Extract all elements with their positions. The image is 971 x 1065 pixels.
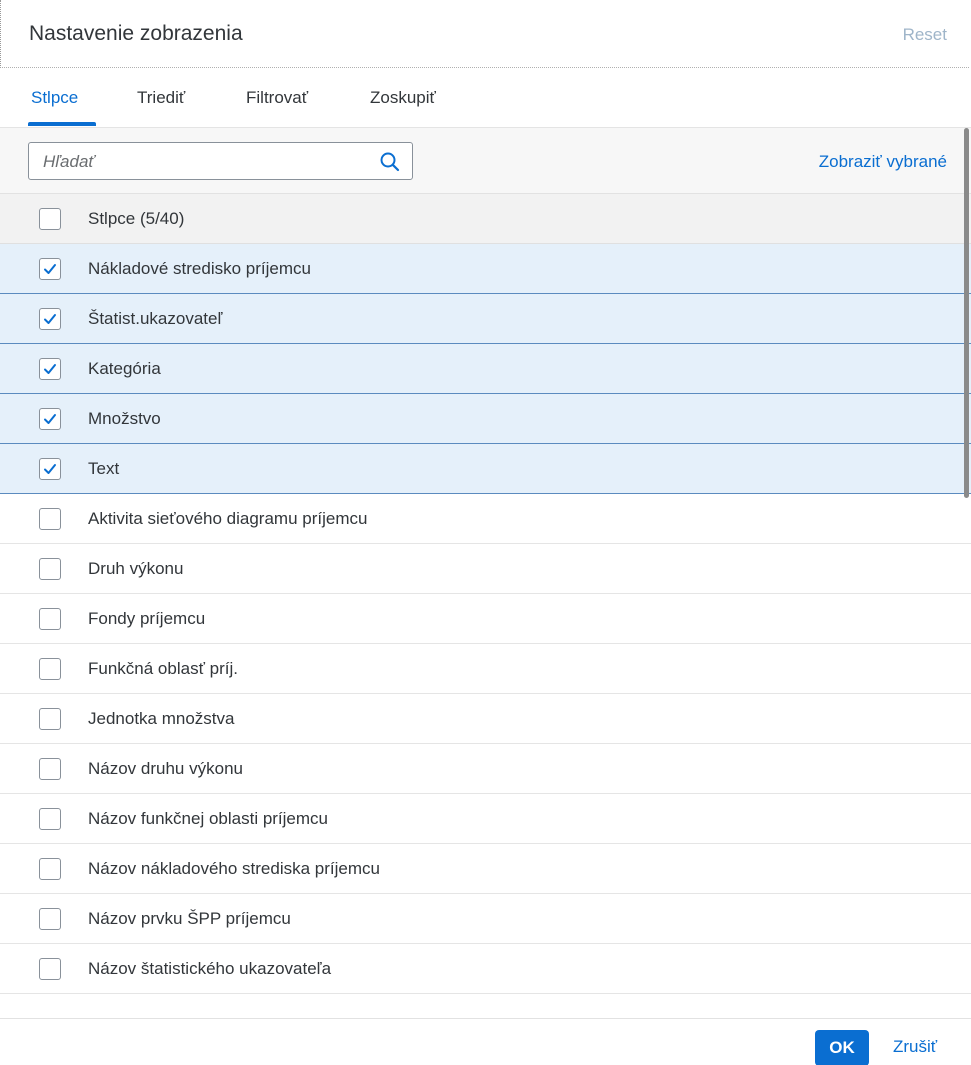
list-item[interactable]: Štatist.ukazovateľ <box>0 294 971 344</box>
list-item-label: Názov druhu výkonu <box>88 759 243 778</box>
checkmark-icon <box>44 414 56 424</box>
row-checkbox[interactable] <box>39 258 61 280</box>
checkmark-icon <box>44 264 56 274</box>
list-item[interactable]: Kategória <box>0 344 971 394</box>
list-item[interactable]: Názov druhu výkonu <box>0 744 971 794</box>
row-checkbox[interactable] <box>39 608 61 630</box>
list-item[interactable]: Jednotka množstva <box>0 694 971 744</box>
list-item[interactable]: Množstvo <box>0 394 971 444</box>
active-tab-indicator <box>28 122 96 126</box>
tab-sort[interactable]: Triediť <box>137 88 185 108</box>
list-item[interactable]: Názov nákladového strediska príjemcu <box>0 844 971 894</box>
checkmark-icon <box>44 314 56 324</box>
dialog-title: Nastavenie zobrazenia <box>29 22 243 45</box>
list-item-label: Názov nákladového strediska príjemcu <box>88 859 380 878</box>
view-settings-dialog: Nastavenie zobrazenia Reset Stlpce Tried… <box>0 0 971 1065</box>
list-item-label: Nákladové stredisko príjemcu <box>88 259 311 278</box>
list-item-label: Množstvo <box>88 409 161 428</box>
list-item[interactable]: Aktivita sieťového diagramu príjemcu <box>0 494 971 544</box>
list-item-label: Názov prvku ŠPP príjemcu <box>88 909 291 928</box>
scrollbar[interactable] <box>964 128 969 498</box>
columns-panel: Hľadať Zobraziť vybrané Stlpce (5/40) Ná… <box>0 128 971 1018</box>
row-checkbox[interactable] <box>39 958 61 980</box>
row-checkbox[interactable] <box>39 658 61 680</box>
list-item[interactable]: Názov prvku ŠPP príjemcu <box>0 894 971 944</box>
search-icon[interactable] <box>378 150 402 174</box>
show-selected-link[interactable]: Zobraziť vybrané <box>819 152 947 172</box>
list-item-label: Funkčná oblasť príj. <box>88 659 239 678</box>
row-checkbox[interactable] <box>39 508 61 530</box>
list-item[interactable]: Text <box>0 444 971 494</box>
row-checkbox[interactable] <box>39 458 61 480</box>
search-input[interactable]: Hľadať <box>28 142 413 180</box>
list-toolbar: Hľadať Zobraziť vybrané <box>0 128 971 194</box>
list-item-label: Jednotka množstva <box>88 709 235 728</box>
tab-group[interactable]: Zoskupiť <box>370 88 436 108</box>
list-item[interactable]: Názov funkčnej oblasti príjemcu <box>0 794 971 844</box>
dialog-header: Nastavenie zobrazenia Reset <box>0 0 969 68</box>
list-item-label: Názov štatistického ukazovateľa <box>88 959 332 978</box>
cancel-button[interactable]: Zrušiť <box>893 1037 937 1057</box>
ok-button[interactable]: OK <box>815 1030 869 1065</box>
select-all-checkbox[interactable] <box>39 208 61 230</box>
list-item[interactable]: Nákladové stredisko príjemcu <box>0 244 971 294</box>
tab-filter[interactable]: Filtrovať <box>246 88 308 108</box>
list-item-label: Fondy príjemcu <box>88 609 206 628</box>
checkmark-icon <box>44 364 56 374</box>
list-item-label: Text <box>88 459 120 478</box>
list-item-label: Štatist.ukazovateľ <box>88 309 223 328</box>
list-item[interactable]: Fondy príjemcu <box>0 594 971 644</box>
list-item[interactable]: Názov štatistického ukazovateľa <box>0 944 971 994</box>
row-checkbox[interactable] <box>39 308 61 330</box>
row-checkbox[interactable] <box>39 858 61 880</box>
reset-button[interactable]: Reset <box>903 25 947 45</box>
row-checkbox[interactable] <box>39 758 61 780</box>
tab-bar: Stlpce Triediť Filtrovať Zoskupiť <box>0 72 971 128</box>
list-item[interactable]: Funkčná oblasť príj. <box>0 644 971 694</box>
row-checkbox[interactable] <box>39 808 61 830</box>
checkmark-icon <box>44 464 56 474</box>
list-item-label: Názov funkčnej oblasti príjemcu <box>88 809 329 828</box>
row-checkbox[interactable] <box>39 708 61 730</box>
dialog-footer: OK Zrušiť <box>0 1018 971 1065</box>
select-all-row[interactable]: Stlpce (5/40) <box>0 194 971 244</box>
row-checkbox[interactable] <box>39 558 61 580</box>
row-checkbox[interactable] <box>39 358 61 380</box>
list-item[interactable]: Druh výkonu <box>0 544 971 594</box>
list-item-label: Kategória <box>88 359 161 378</box>
column-list: Stlpce (5/40) Nákladové stredisko príjem… <box>0 194 971 994</box>
columns-count-label: Stlpce (5/40) <box>88 209 185 228</box>
row-checkbox[interactable] <box>39 908 61 930</box>
tab-columns[interactable]: Stlpce <box>31 88 78 108</box>
list-item-label: Aktivita sieťového diagramu príjemcu <box>88 509 368 528</box>
search-placeholder: Hľadať <box>43 152 95 171</box>
row-checkbox[interactable] <box>39 408 61 430</box>
list-item-label: Druh výkonu <box>88 559 184 578</box>
